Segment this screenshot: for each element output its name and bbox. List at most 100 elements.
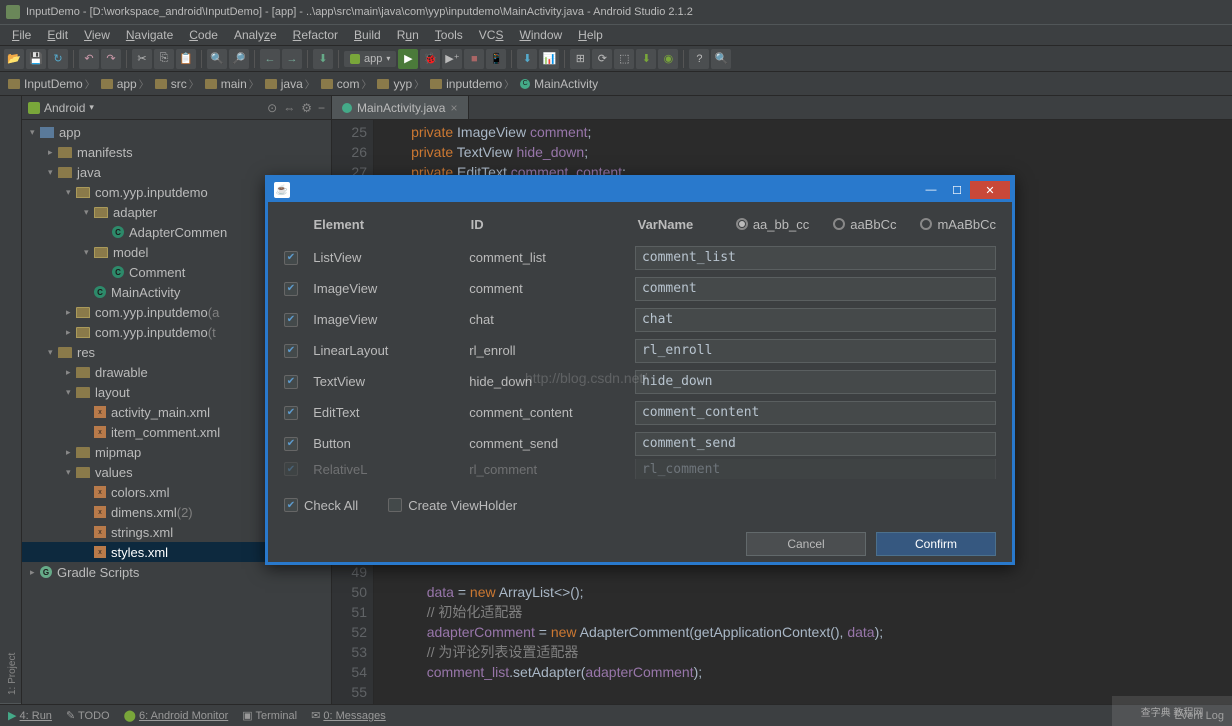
sidebar-title[interactable]: Android bbox=[44, 101, 85, 115]
varname-input[interactable] bbox=[635, 339, 996, 363]
menu-analyze[interactable]: Analyze bbox=[226, 26, 285, 44]
menu-navigate[interactable]: Navigate bbox=[118, 26, 181, 44]
status-monitor[interactable]: ⬤ 6: Android Monitor bbox=[124, 709, 229, 722]
row-checkbox[interactable]: ✔ bbox=[284, 406, 298, 420]
structure-icon[interactable]: ⊞ bbox=[570, 49, 590, 69]
android-monitor-icon[interactable]: 📊 bbox=[539, 49, 559, 69]
back-icon[interactable]: ← bbox=[260, 49, 280, 69]
varname-input[interactable] bbox=[635, 459, 996, 479]
varname-input[interactable] bbox=[635, 308, 996, 332]
row-element: EditText bbox=[313, 405, 469, 420]
radio-snake-case[interactable]: aa_bb_cc bbox=[736, 217, 809, 232]
expand-icon[interactable]: ⇔ bbox=[283, 101, 295, 115]
crumb[interactable]: InputDemo bbox=[6, 76, 99, 91]
tree-item[interactable]: ▸manifests bbox=[22, 142, 331, 162]
menu-vcs[interactable]: VCS bbox=[471, 26, 512, 44]
sdk-manager-icon[interactable]: ⬇ bbox=[636, 49, 656, 69]
menu-build[interactable]: Build bbox=[346, 26, 389, 44]
avd-manager-icon[interactable]: ⬚ bbox=[614, 49, 634, 69]
check-all-option[interactable]: ✔Check All bbox=[284, 498, 358, 513]
tab-structure[interactable]: 7: Structure bbox=[0, 96, 4, 704]
row-checkbox[interactable]: ✔ bbox=[284, 251, 298, 265]
status-run[interactable]: ▶ 4: Run bbox=[8, 709, 52, 722]
gear-icon[interactable]: ⚙ bbox=[301, 101, 312, 115]
menu-run[interactable]: Run bbox=[389, 26, 427, 44]
row-checkbox[interactable]: ✔ bbox=[284, 437, 298, 451]
tree-item[interactable]: ▾app bbox=[22, 122, 331, 142]
col-element: Element bbox=[313, 217, 470, 232]
varname-input[interactable] bbox=[635, 401, 996, 425]
tree-item[interactable]: ▸GGradle Scripts bbox=[22, 562, 331, 582]
crumb[interactable]: CMainActivity bbox=[518, 77, 604, 91]
help-icon[interactable]: ? bbox=[689, 49, 709, 69]
varname-input[interactable] bbox=[635, 370, 996, 394]
col-varname: VarName bbox=[638, 217, 736, 232]
menu-help[interactable]: Help bbox=[570, 26, 611, 44]
status-terminal[interactable]: ▣ Terminal bbox=[242, 709, 297, 722]
crumb[interactable]: inputdemo bbox=[428, 76, 518, 91]
cut-icon[interactable]: ✂ bbox=[132, 49, 152, 69]
confirm-button[interactable]: Confirm bbox=[876, 532, 996, 556]
crumb[interactable]: java bbox=[263, 76, 319, 91]
dialog-titlebar[interactable]: ☕ — ☐ ✕ bbox=[268, 178, 1012, 202]
minimize-icon[interactable]: — bbox=[918, 181, 944, 199]
row-id: rl_enroll bbox=[469, 343, 635, 358]
status-todo[interactable]: ✎ TODO bbox=[66, 709, 110, 722]
menu-window[interactable]: Window bbox=[511, 26, 570, 44]
row-element: ImageView bbox=[313, 312, 469, 327]
radio-m-camel-case[interactable]: mAaBbCc bbox=[920, 217, 996, 232]
menu-edit[interactable]: Edit bbox=[39, 26, 76, 44]
crumb[interactable]: src bbox=[153, 76, 203, 91]
tab-project[interactable]: 1: Project bbox=[4, 96, 21, 704]
varname-input[interactable] bbox=[635, 246, 996, 270]
dialog-row: ✔RelativeLrl_comment bbox=[284, 459, 996, 479]
hide-icon[interactable]: − bbox=[318, 101, 325, 115]
forward-icon[interactable]: → bbox=[282, 49, 302, 69]
row-checkbox[interactable]: ✔ bbox=[284, 462, 298, 476]
paste-icon[interactable]: 📋 bbox=[176, 49, 196, 69]
make-icon[interactable]: ⬇ bbox=[313, 49, 333, 69]
android-icon[interactable]: ◉ bbox=[658, 49, 678, 69]
varname-input[interactable] bbox=[635, 432, 996, 456]
undo-icon[interactable]: ↶ bbox=[79, 49, 99, 69]
menu-code[interactable]: Code bbox=[181, 26, 226, 44]
sync-icon[interactable]: ↻ bbox=[48, 49, 68, 69]
crumb[interactable]: com bbox=[319, 76, 376, 91]
row-checkbox[interactable]: ✔ bbox=[284, 313, 298, 327]
editor-tab[interactable]: MainActivity.java × bbox=[332, 96, 469, 119]
row-checkbox[interactable]: ✔ bbox=[284, 344, 298, 358]
radio-camel-case[interactable]: aaBbCc bbox=[833, 217, 896, 232]
run-button[interactable]: ▶ bbox=[398, 49, 418, 69]
maximize-icon[interactable]: ☐ bbox=[944, 181, 970, 199]
close-tab-icon[interactable]: × bbox=[450, 101, 457, 115]
redo-icon[interactable]: ↷ bbox=[101, 49, 121, 69]
row-checkbox[interactable]: ✔ bbox=[284, 282, 298, 296]
replace-icon[interactable]: 🔎 bbox=[229, 49, 249, 69]
close-icon[interactable]: ✕ bbox=[970, 181, 1010, 199]
crumb[interactable]: yyp bbox=[375, 76, 428, 91]
sdk-button[interactable]: ⬇ bbox=[517, 49, 537, 69]
sync-gradle-icon[interactable]: ⟳ bbox=[592, 49, 612, 69]
crumb[interactable]: app bbox=[99, 76, 153, 91]
open-icon[interactable]: 📂 bbox=[4, 49, 24, 69]
menu-refactor[interactable]: Refactor bbox=[285, 26, 346, 44]
stop-button[interactable]: ■ bbox=[464, 49, 484, 69]
find-icon[interactable]: 🔍 bbox=[207, 49, 227, 69]
search-everywhere-icon[interactable]: 🔍 bbox=[711, 49, 731, 69]
varname-input[interactable] bbox=[635, 277, 996, 301]
menu-file[interactable]: File bbox=[4, 26, 39, 44]
avd-button[interactable]: 📱 bbox=[486, 49, 506, 69]
row-checkbox[interactable]: ✔ bbox=[284, 375, 298, 389]
collapse-icon[interactable]: ⊙ bbox=[267, 101, 277, 115]
menu-tools[interactable]: Tools bbox=[427, 26, 471, 44]
attach-button[interactable]: ▶⁺ bbox=[442, 49, 462, 69]
status-messages[interactable]: ✉ 0: Messages bbox=[311, 709, 386, 722]
crumb[interactable]: main bbox=[203, 76, 263, 91]
copy-icon[interactable]: ⎘ bbox=[154, 49, 174, 69]
create-viewholder-option[interactable]: Create ViewHolder bbox=[388, 498, 517, 513]
debug-button[interactable]: 🐞 bbox=[420, 49, 440, 69]
save-icon[interactable]: 💾 bbox=[26, 49, 46, 69]
run-config-selector[interactable]: app ▾ bbox=[344, 51, 396, 67]
cancel-button[interactable]: Cancel bbox=[746, 532, 866, 556]
menu-view[interactable]: View bbox=[76, 26, 118, 44]
